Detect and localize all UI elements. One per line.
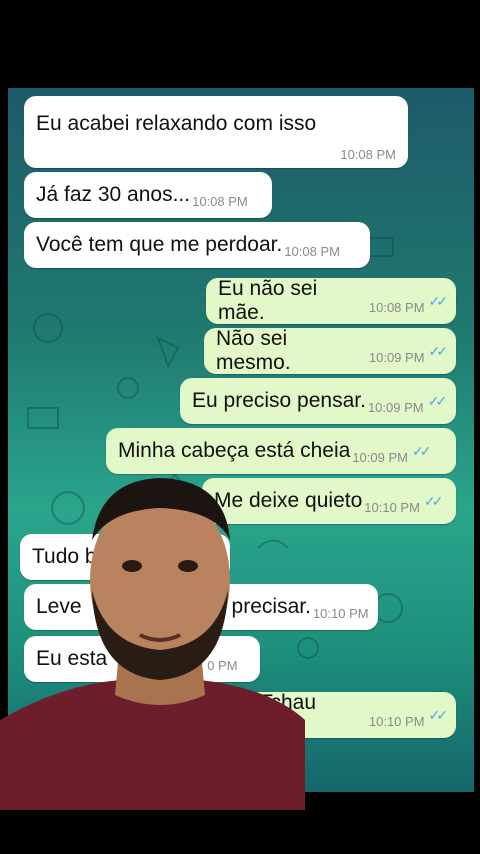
message-time: 10:08 PM — [192, 193, 248, 209]
message-text: Minha cabeça está cheia — [118, 439, 351, 462]
message-text: Eu não sei mãe. — [218, 277, 318, 324]
read-ticks-icon: ✓✓ — [423, 492, 444, 509]
message-text: Você tem que me perdoar. — [36, 233, 283, 256]
message-bubble-outgoing[interactable]: Eu preciso pensar. 10:09 PM ✓✓ — [180, 378, 456, 424]
message-text: Eu preciso pensar. — [192, 389, 366, 412]
read-ticks-icon: ✓✓ — [428, 292, 449, 309]
message-bubble-incoming[interactable]: Eu acabei relaxando com isso 10:08 PM — [24, 96, 408, 168]
message-time: 10:09 PM — [352, 449, 408, 465]
read-ticks-icon: ✓✓ — [427, 392, 448, 409]
message-bubble-outgoing[interactable]: Minha cabeça está cheia 10:09 PM ✓✓ — [106, 428, 456, 474]
read-ticks-icon: ✓✓ — [428, 342, 449, 359]
message-bubble-outgoing[interactable]: Não sei mesmo. 10:09 PM ✓✓ — [204, 327, 456, 374]
message-time: 10:09 PM — [367, 399, 424, 415]
message-bubble-incoming[interactable]: Já faz 30 anos... 10:08 PM — [24, 172, 272, 218]
message-time: 10:08 PM — [368, 299, 425, 315]
message-bubble-outgoing[interactable]: Eu não sei mãe. 10:08 PM ✓✓ — [206, 277, 456, 324]
message-time: 10:08 PM — [284, 243, 340, 259]
message-text: Não sei mesmo. — [216, 327, 291, 374]
message-bubble-incoming[interactable]: Você tem que me perdoar. 10:08 PM — [24, 222, 370, 268]
message-time: 10:10 PM — [312, 605, 369, 621]
message-text: Já faz 30 anos... — [36, 183, 191, 206]
presenter-video-overlay — [0, 478, 305, 810]
read-ticks-icon: ✓✓ — [411, 442, 432, 459]
message-time: 10:10 PM — [364, 499, 420, 515]
message-time: 10:08 PM — [340, 147, 396, 162]
message-time: 10:09 PM — [368, 349, 425, 365]
message-time: 10:10 PM — [368, 713, 425, 729]
message-text: Eu acabei relaxando com isso — [36, 112, 317, 135]
read-ticks-icon: ✓✓ — [428, 706, 449, 723]
